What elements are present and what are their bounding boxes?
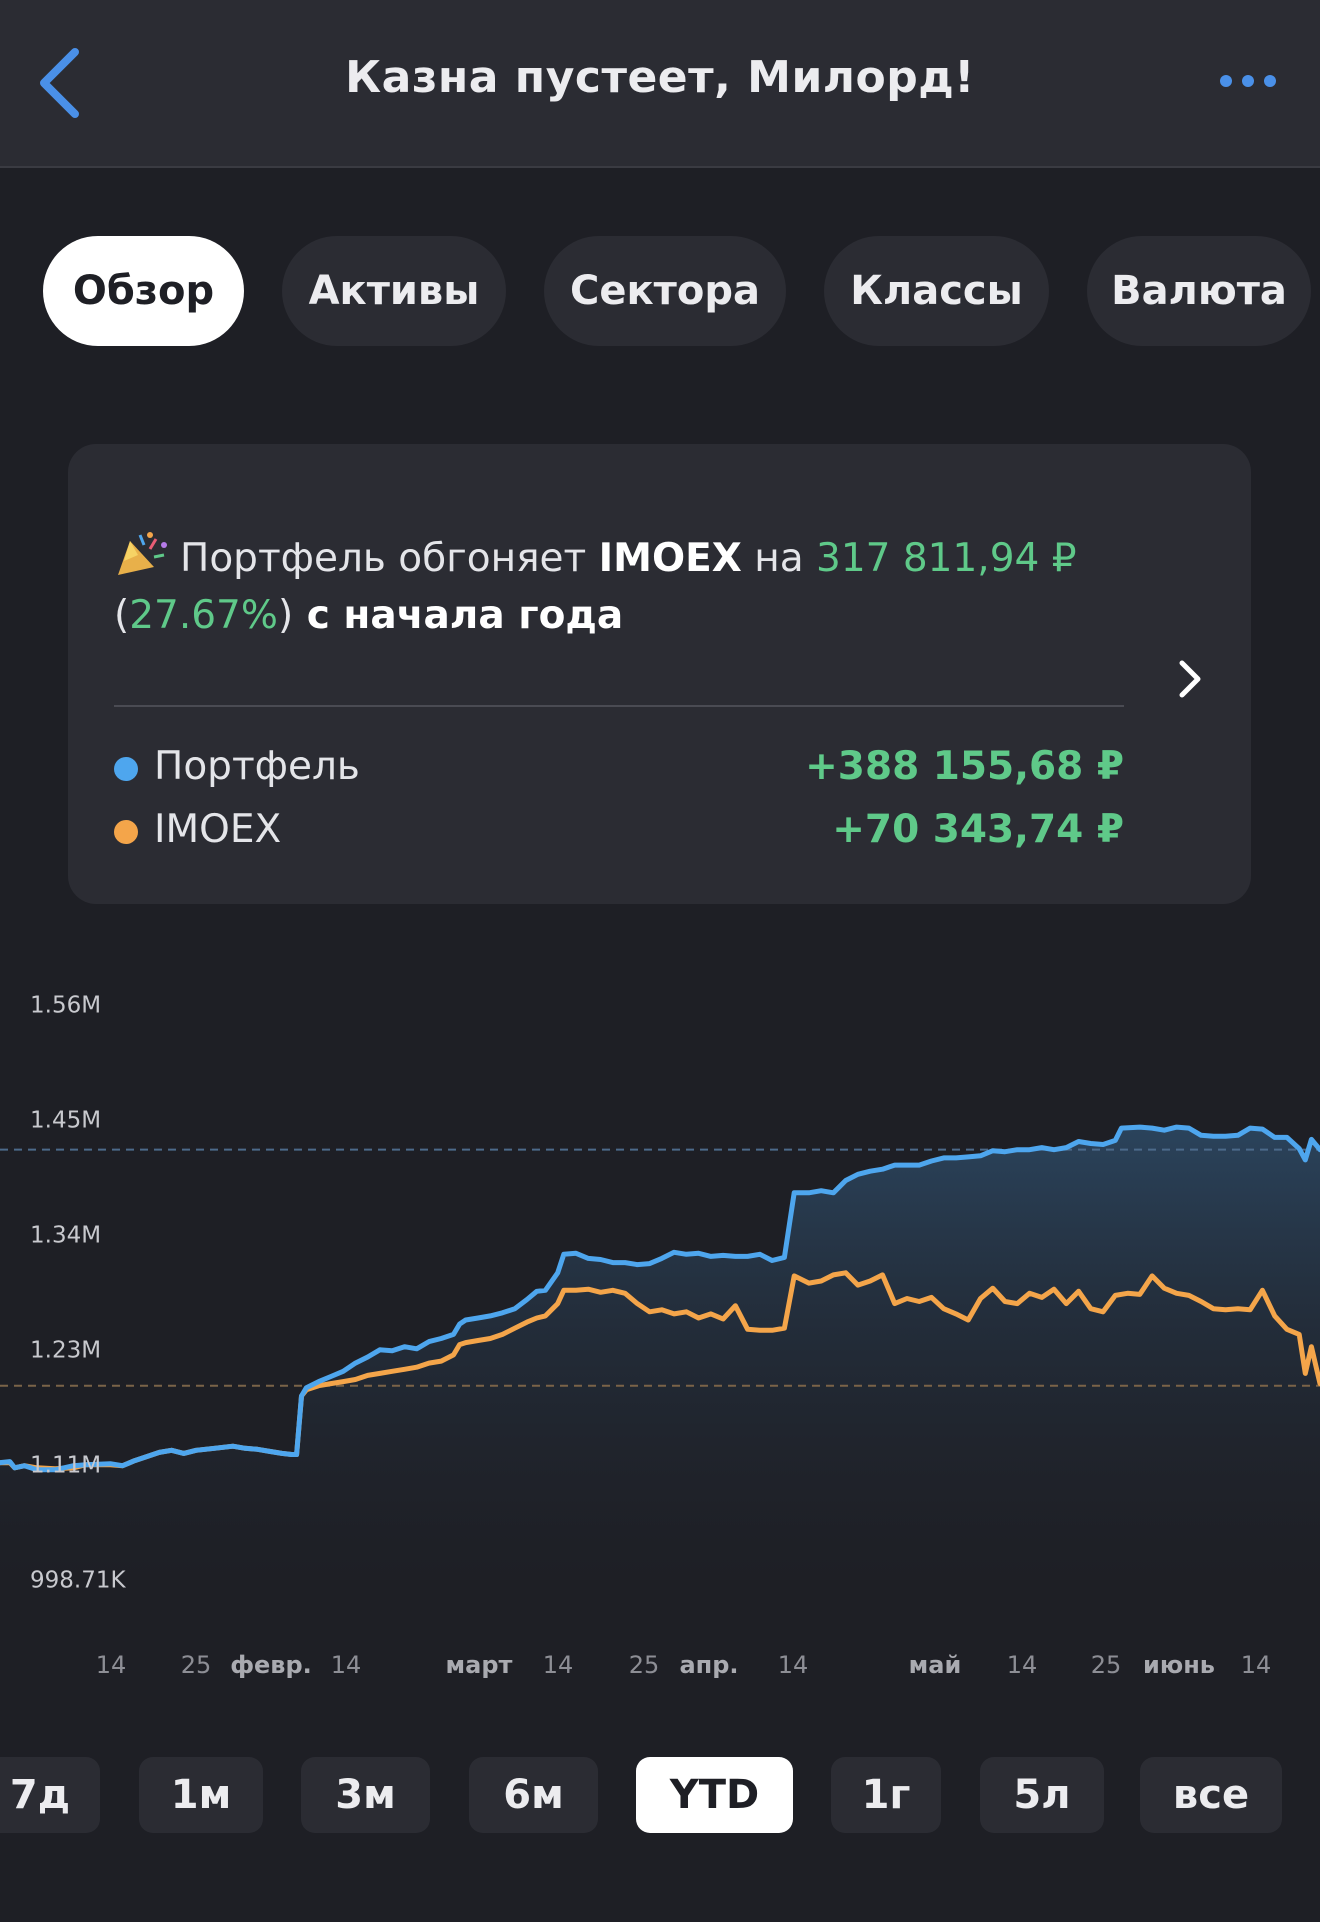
legend-name-portfolio: Портфель <box>154 744 360 789</box>
x-tick-label: 25 <box>629 1651 660 1679</box>
legend-dot-portfolio <box>114 757 138 781</box>
x-tick-label: 14 <box>778 1651 809 1679</box>
legend-row-imoex: IMOEX +70 343,74 ₽ <box>114 803 1124 859</box>
period-6m[interactable]: 6м <box>469 1757 598 1833</box>
portfolio-chart[interactable]: 1.56M 1.45M 1.34M 1.23M 1.11M 998.71K 14 25 фев… <box>0 960 1320 1700</box>
headline-index: IMOEX <box>598 536 742 581</box>
outperformance-percent: 27.67% <box>129 593 278 638</box>
x-tick-label: 14 <box>1241 1651 1272 1679</box>
chevron-left-icon <box>40 48 79 118</box>
y-tick-label: 1.23M <box>30 1338 101 1364</box>
tab-sectors[interactable]: Сектора <box>544 236 786 346</box>
x-tick-label: 14 <box>96 1651 127 1679</box>
tab-assets[interactable]: Активы <box>282 236 506 346</box>
top-bar: Казна пустеет, Милорд! <box>0 0 1320 168</box>
tab-currency[interactable]: Валюта <box>1087 236 1311 346</box>
paren-open: ( <box>114 593 130 638</box>
period-1y[interactable]: 1г <box>831 1757 941 1833</box>
page-title: Казна пустеет, Милорд! <box>345 52 975 103</box>
tab-classes[interactable]: Классы <box>824 236 1049 346</box>
x-tick-label: июнь <box>1143 1651 1215 1679</box>
tab-bar: Обзор Активы Сектора Классы Валюта <box>43 236 1320 346</box>
headline-prefix: Портфель обгоняет <box>180 536 599 581</box>
x-tick-label: 14 <box>331 1651 362 1679</box>
outperformance-amount: 317 811,94 ₽ <box>816 536 1077 581</box>
period-all[interactable]: все <box>1140 1757 1282 1833</box>
x-axis-ticks: 14 25 февр. 14 март 14 25 апр. 14 май 14 25 июнь 14 <box>96 1651 1272 1679</box>
headline-middle: на <box>741 536 817 581</box>
y-tick-label: 1.34M <box>30 1223 101 1249</box>
x-tick-label: 14 <box>1007 1651 1038 1679</box>
x-tick-label: февр. <box>230 1651 312 1679</box>
x-tick-label: апр. <box>679 1651 738 1679</box>
tab-overview[interactable]: Обзор <box>43 236 244 346</box>
legend-name-imoex: IMOEX <box>154 807 282 852</box>
y-tick-label: 1.56M <box>30 993 101 1019</box>
x-tick-label: март <box>446 1651 513 1679</box>
y-tick-label: 1.45M <box>30 1108 101 1134</box>
chart-area-fill <box>0 1127 1320 1582</box>
period-ytd[interactable]: YTD <box>636 1757 793 1833</box>
period-5y[interactable]: 5л <box>980 1757 1104 1833</box>
portfolio-area <box>0 1127 1320 1582</box>
x-tick-label: 25 <box>1091 1651 1122 1679</box>
legend-value-imoex: +70 343,74 ₽ <box>832 807 1124 852</box>
period-3m[interactable]: 3м <box>301 1757 430 1833</box>
period-selector: 7д 1м 3м 6м YTD 1г 5л все <box>0 1757 1320 1835</box>
headline-suffix: с начала года <box>293 593 624 638</box>
x-tick-label: 25 <box>181 1651 212 1679</box>
performance-card[interactable]: Портфель обгоняет IMOEX на 317 811,94 ₽ (… <box>68 444 1251 904</box>
x-tick-label: май <box>909 1651 962 1679</box>
back-button[interactable] <box>30 40 100 126</box>
x-tick-label: 14 <box>543 1651 574 1679</box>
legend-dot-imoex <box>114 820 138 844</box>
period-1m[interactable]: 1м <box>139 1757 263 1833</box>
y-tick-label: 1.11M <box>30 1453 101 1479</box>
period-7d[interactable]: 7д <box>0 1757 100 1833</box>
card-divider <box>114 705 1124 707</box>
performance-headline: Портфель обгоняет IMOEX на 317 811,94 ₽ (… <box>114 530 1114 644</box>
more-horizontal-icon <box>1220 75 1276 87</box>
legend-row-portfolio: Портфель +388 155,68 ₽ <box>114 740 1124 796</box>
legend-value-portfolio: +388 155,68 ₽ <box>805 744 1124 789</box>
y-tick-label: 998.71K <box>30 1568 126 1594</box>
chevron-right-icon[interactable] <box>1170 649 1210 709</box>
party-popper-icon <box>118 532 167 575</box>
more-button[interactable] <box>1212 66 1292 96</box>
paren-close: ) <box>277 593 294 638</box>
